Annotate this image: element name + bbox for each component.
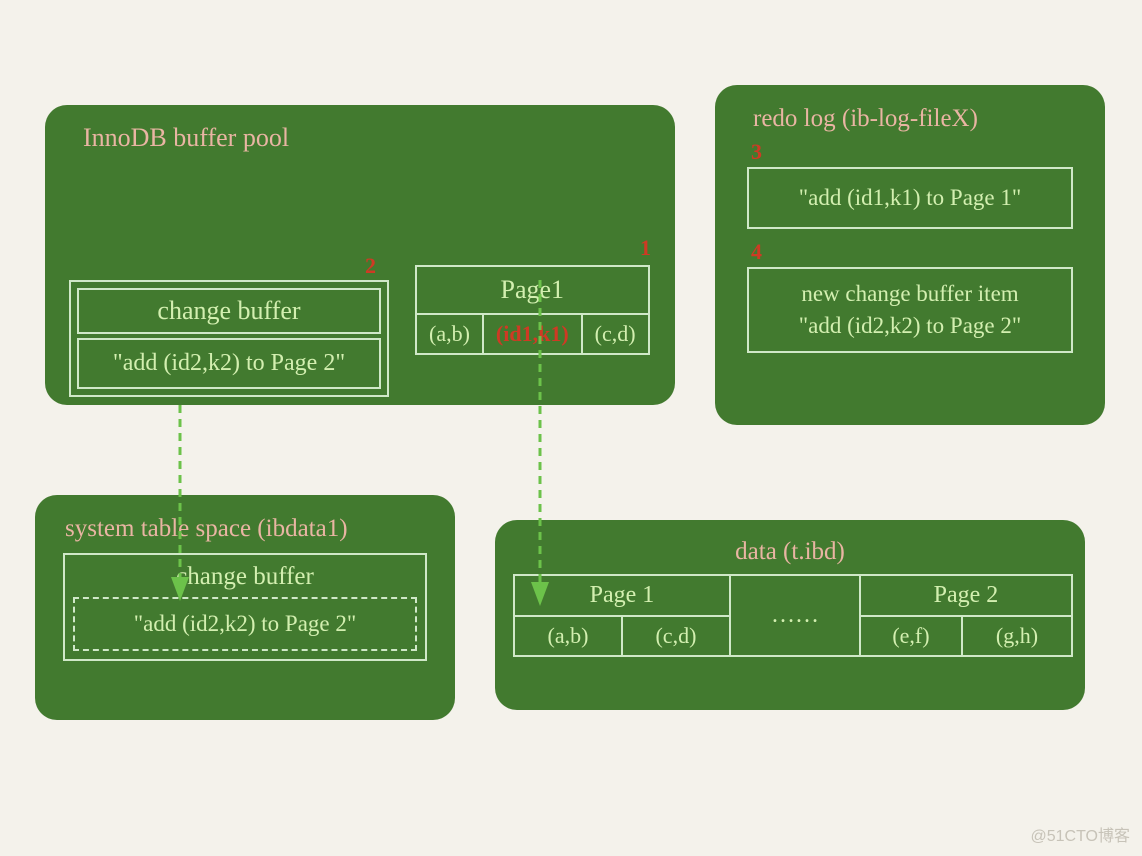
page1-table: Page1 (a,b) (id1,k1) (c,d) bbox=[415, 265, 650, 355]
sys-change-buffer-container: change buffer "add (id2,k2) to Page 2" bbox=[63, 553, 427, 661]
data-page2-cell-0: (e,f) bbox=[860, 616, 962, 656]
data-ellipsis: …… bbox=[730, 575, 860, 656]
redo-entry-4-line1: new change buffer item bbox=[759, 281, 1061, 307]
page1-container: Page1 (a,b) (id1,k1) (c,d) bbox=[415, 265, 650, 355]
data-table: Page 1 …… Page 2 (a,b) (c,d) (e,f) (g,h) bbox=[513, 574, 1073, 657]
step-1-label: 1 bbox=[640, 235, 651, 261]
data-page2-cell-1: (g,h) bbox=[962, 616, 1072, 656]
redo-log-title: redo log (ib-log-fileX) bbox=[753, 105, 1087, 133]
system-tablespace-box: system table space (ibdata1) change buff… bbox=[35, 495, 455, 720]
data-box: data (t.ibd) Page 1 …… Page 2 (a,b) (c,d… bbox=[495, 520, 1085, 710]
redo-entry-4: new change buffer item "add (id2,k2) to … bbox=[747, 267, 1073, 353]
redo-entry-3: "add (id1,k1) to Page 1" bbox=[747, 167, 1073, 229]
page1-title: Page1 bbox=[416, 266, 649, 314]
buffer-pool-title: InnoDB buffer pool bbox=[83, 123, 657, 153]
data-page1-title: Page 1 bbox=[514, 575, 730, 616]
sys-change-buffer-label: change buffer bbox=[73, 563, 417, 597]
system-tablespace-title: system table space (ibdata1) bbox=[65, 515, 437, 543]
data-title: data (t.ibd) bbox=[513, 538, 1067, 566]
step-4-label: 4 bbox=[751, 239, 1087, 265]
page1-cell-1: (id1,k1) bbox=[483, 314, 582, 354]
buffer-pool-box: InnoDB buffer pool change buffer "add (i… bbox=[45, 105, 675, 405]
page1-cell-2: (c,d) bbox=[582, 314, 649, 354]
data-page1-cell-0: (a,b) bbox=[514, 616, 622, 656]
redo-log-box: redo log (ib-log-fileX) 3 "add (id1,k1) … bbox=[715, 85, 1105, 425]
redo-entry-4-line2: "add (id2,k2) to Page 2" bbox=[759, 313, 1061, 339]
sys-change-buffer-entry: "add (id2,k2) to Page 2" bbox=[73, 597, 417, 651]
watermark: @51CTO博客 bbox=[1030, 822, 1130, 846]
change-buffer-entry: "add (id2,k2) to Page 2" bbox=[77, 338, 381, 389]
page1-cell-0: (a,b) bbox=[416, 314, 483, 354]
step-2-label: 2 bbox=[365, 253, 376, 279]
data-page1-cell-1: (c,d) bbox=[622, 616, 730, 656]
change-buffer-container: change buffer "add (id2,k2) to Page 2" bbox=[69, 280, 389, 397]
step-3-label: 3 bbox=[751, 139, 1087, 165]
data-page2-title: Page 2 bbox=[860, 575, 1072, 616]
change-buffer-label: change buffer bbox=[77, 288, 381, 334]
